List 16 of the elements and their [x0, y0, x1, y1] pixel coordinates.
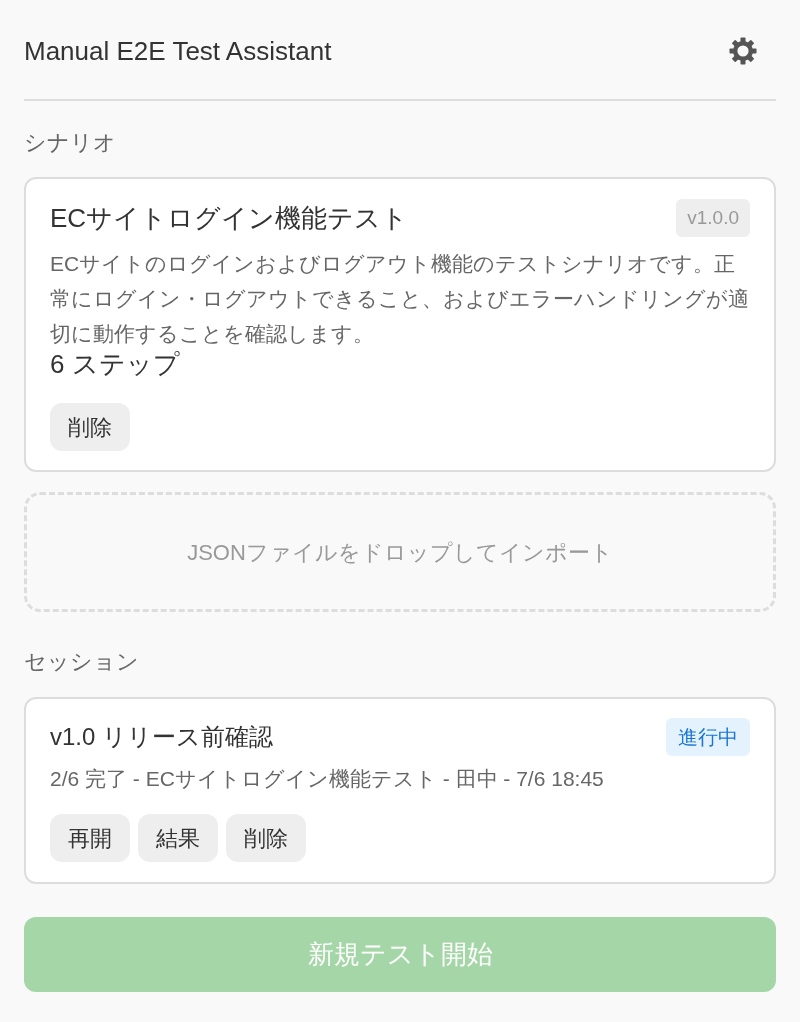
scenario-description: ECサイトのログインおよびログアウト機能のテストシナリオです。正常にログイン・ログアウトできること、およびエラーハンドリングが適切に動作することを確認します。 — [50, 251, 750, 347]
step-count: 6 ステップ — [50, 351, 181, 377]
settings-icon[interactable] — [729, 37, 757, 65]
section-heading: シナリオ — [24, 129, 117, 157]
delete-button[interactable]: 削除 — [226, 814, 306, 862]
session-details: 2/6 完了 - ECサイトログイン機能テスト - 田中 - 7/6 18:45 — [50, 766, 605, 792]
resume-button[interactable]: 再開 — [50, 814, 130, 862]
scenario-title: ECサイトログイン機能テスト — [50, 202, 409, 235]
delete-button[interactable]: 削除 — [50, 403, 130, 451]
section-heading: セッション — [24, 648, 140, 676]
status-badge: 進行中 — [666, 718, 750, 756]
version-badge: v1.0.0 — [676, 199, 750, 237]
results-button[interactable]: 結果 — [138, 814, 218, 862]
app-title: Manual E2E Test Assistant — [24, 35, 332, 68]
drop-zone-hint: JSONファイルをドロップしてインポート — [187, 538, 613, 567]
session-title: v1.0 リリース前確認 — [50, 722, 274, 752]
